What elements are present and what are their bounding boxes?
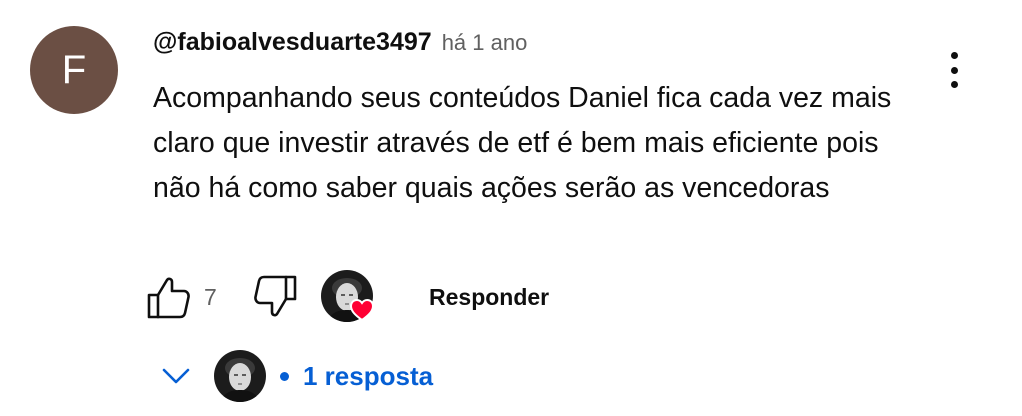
separator-dot bbox=[280, 371, 289, 381]
commenter-avatar[interactable]: F bbox=[30, 26, 118, 114]
replies-count-label: 1 resposta bbox=[303, 360, 434, 391]
creator-heart-badge[interactable] bbox=[321, 270, 377, 326]
avatar-letter: F bbox=[61, 47, 87, 92]
thumbs-down-icon bbox=[254, 275, 297, 317]
heart-icon bbox=[349, 298, 375, 322]
more-vertical-icon-dot bbox=[950, 66, 958, 74]
like-button[interactable] bbox=[145, 276, 195, 320]
comment-thread: F @fabioalvesduarte3497 há 1 ano Acompan… bbox=[0, 0, 1022, 416]
more-vertical-icon-dot bbox=[950, 81, 958, 88]
replies-toggle-button[interactable]: 1 resposta bbox=[158, 348, 433, 404]
comment-action-bar: 7 Responder bbox=[145, 270, 605, 326]
author-name[interactable]: @fabioalvesduarte3497 bbox=[153, 28, 432, 57]
chevron-down-icon bbox=[162, 368, 190, 384]
reply-author-avatar-image bbox=[214, 350, 266, 402]
dislike-button[interactable] bbox=[249, 274, 299, 318]
reply-button[interactable]: Responder bbox=[429, 284, 549, 311]
thumbs-up-icon bbox=[147, 277, 190, 319]
more-actions-button[interactable] bbox=[936, 50, 972, 90]
comment-text: Acompanhando seus conteúdos Daniel fica … bbox=[153, 82, 892, 204]
like-count: 7 bbox=[204, 284, 217, 310]
comment-timestamp[interactable]: há 1 ano bbox=[442, 30, 528, 56]
reply-author-avatar bbox=[214, 350, 266, 402]
more-vertical-icon bbox=[950, 52, 958, 59]
comment-header: @fabioalvesduarte3497 há 1 ano bbox=[153, 28, 527, 57]
